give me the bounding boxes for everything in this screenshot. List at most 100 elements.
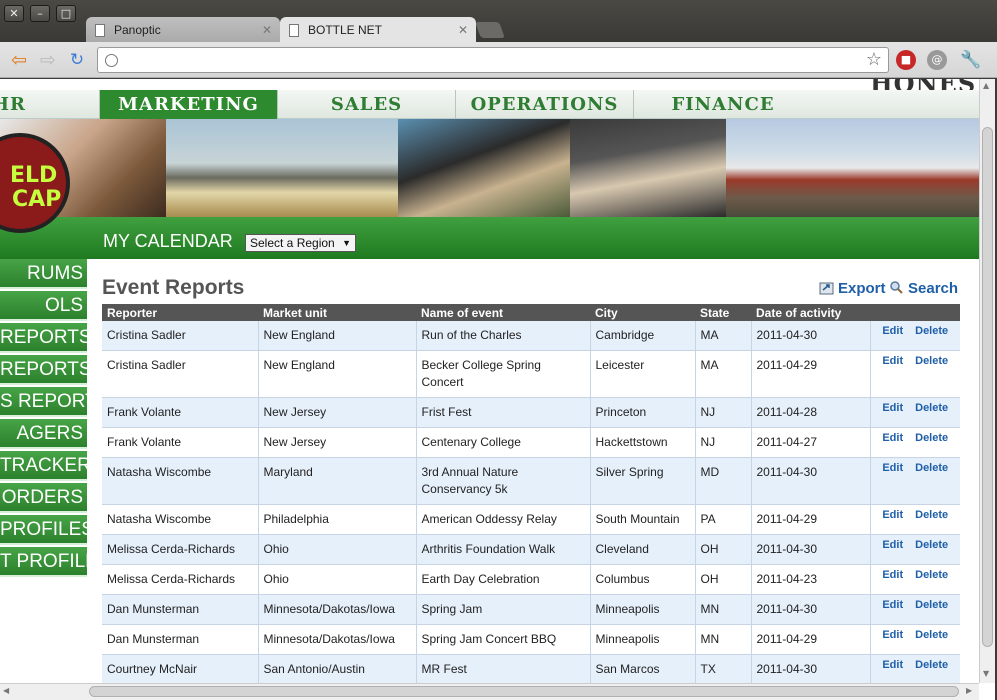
window-minimize-icon[interactable]: – <box>30 5 50 22</box>
cell-city: Hackettstown <box>590 427 696 458</box>
delete-link[interactable]: Delete <box>915 432 948 444</box>
delete-link[interactable]: Delete <box>915 659 948 671</box>
scroll-left-icon[interactable]: ◀ <box>3 686 9 695</box>
cell-state: NJ <box>695 427 752 458</box>
column-header-event-name[interactable]: Name of event <box>416 304 590 321</box>
delete-link[interactable]: Delete <box>915 569 948 581</box>
at-extension-icon[interactable]: @ <box>927 50 947 70</box>
vertical-scroll-thumb[interactable] <box>982 127 993 647</box>
section-title: MY CALENDAR <box>103 231 233 251</box>
edit-link[interactable]: Edit <box>882 569 903 581</box>
delete-link[interactable]: Delete <box>915 355 948 367</box>
cell-reporter: Melissa Cerda-Richards <box>102 534 259 565</box>
cell-date: 2011-04-30 <box>751 594 871 625</box>
address-bar[interactable]: ☆ <box>97 47 889 73</box>
tab-bottle-net[interactable]: BOTTLE NET ✕ <box>280 17 476 43</box>
cell-state: PA <box>695 504 752 535</box>
page-icon <box>289 24 299 37</box>
edit-link[interactable]: Edit <box>882 355 903 367</box>
column-header-date[interactable]: Date of activity <box>751 304 870 321</box>
export-button[interactable]: Export <box>819 280 886 297</box>
left-menu-item[interactable]: RUMS <box>0 259 87 289</box>
nav-marketing[interactable]: MARKETING <box>100 90 278 119</box>
left-menu-item[interactable]: AGERS <box>0 419 87 449</box>
search-label: Search <box>908 280 959 297</box>
left-menu-item[interactable]: T PROFILE <box>0 547 87 577</box>
region-select[interactable]: Select a Region ▼ <box>245 234 356 252</box>
column-header-reporter[interactable]: Reporter <box>102 304 258 321</box>
cell-date: 2011-04-29 <box>751 624 871 655</box>
left-menu-item[interactable]: PROFILES <box>0 515 87 545</box>
scroll-down-icon[interactable]: ▼ <box>983 669 989 678</box>
cell-date: 2011-04-29 <box>751 350 871 398</box>
edit-link[interactable]: Edit <box>882 462 903 474</box>
edit-link[interactable]: Edit <box>882 539 903 551</box>
forward-arrow-icon[interactable]: ⇨ <box>37 49 59 71</box>
cell-actions: Edit Delete <box>870 350 960 398</box>
cell-state: MA <box>695 321 752 351</box>
bookmark-star-icon[interactable]: ☆ <box>866 48 882 72</box>
cell-reporter: Dan Munsterman <box>102 624 259 655</box>
column-header-actions <box>870 304 960 321</box>
cell-city: Cambridge <box>590 321 696 351</box>
delete-link[interactable]: Delete <box>915 539 948 551</box>
edit-link[interactable]: Edit <box>882 402 903 414</box>
tab-panoptic[interactable]: Panoptic ✕ <box>86 17 280 43</box>
left-menu-item[interactable]: REPORTS <box>0 355 87 385</box>
cell-reporter: Cristina Sadler <box>102 350 259 398</box>
column-header-city[interactable]: City <box>590 304 695 321</box>
horizontal-scroll-thumb[interactable] <box>89 686 959 697</box>
tab-close-icon[interactable]: ✕ <box>262 17 272 43</box>
nav-finance[interactable]: FINANCE <box>634 90 812 119</box>
left-menu-item[interactable]: S REPORTS <box>0 387 87 417</box>
edit-link[interactable]: Edit <box>882 432 903 444</box>
scroll-up-icon[interactable]: ▲ <box>983 81 989 90</box>
delete-link[interactable]: Delete <box>915 599 948 611</box>
left-menu-item[interactable]: REPORTS <box>0 323 87 353</box>
search-button[interactable]: Search <box>889 280 958 297</box>
nav-hr[interactable]: HR <box>0 90 100 119</box>
magnifier-icon <box>890 281 903 294</box>
reload-icon[interactable]: ↻ <box>66 49 88 71</box>
window-close-icon[interactable]: ✕ <box>4 5 24 22</box>
export-icon <box>819 282 834 295</box>
banner-photo <box>166 119 398 217</box>
left-menu-item[interactable]: TRACKER <box>0 451 87 481</box>
table-row: Dan Munsterman Minnesota/Dakotas/Iowa Spri… <box>102 594 960 625</box>
column-header-market-unit[interactable]: Market unit <box>258 304 416 321</box>
stop-extension-icon[interactable]: ■ <box>896 50 916 70</box>
cell-state: MD <box>695 457 752 505</box>
edit-link[interactable]: Edit <box>882 659 903 671</box>
browser-toolbar: ⇦ ⇨ ↻ ☆ ■ @ 🔧 <box>0 42 997 78</box>
table-row: Cristina Sadler New England Becker College… <box>102 350 960 398</box>
cell-event-name: Spring Jam <box>416 594 591 625</box>
edit-link[interactable]: Edit <box>882 599 903 611</box>
delete-link[interactable]: Delete <box>915 402 948 414</box>
new-tab-button[interactable] <box>475 22 505 38</box>
wrench-icon[interactable]: 🔧 <box>960 50 981 70</box>
nav-sales[interactable]: SALES <box>278 90 456 119</box>
edit-link[interactable]: Edit <box>882 629 903 641</box>
cell-state: OH <box>695 564 752 595</box>
left-menu-item[interactable]: OLS <box>0 291 87 321</box>
delete-link[interactable]: Delete <box>915 509 948 521</box>
globe-icon <box>105 54 118 67</box>
horizontal-scrollbar[interactable]: ◀ ▶ <box>0 683 979 700</box>
table-row: Melissa Cerda-Richards Ohio Arthritis Foun… <box>102 534 960 565</box>
scroll-right-icon[interactable]: ▶ <box>966 686 972 695</box>
cell-city: Minneapolis <box>590 624 696 655</box>
delete-link[interactable]: Delete <box>915 462 948 474</box>
nav-operations[interactable]: OPERATIONS <box>456 90 634 119</box>
edit-link[interactable]: Edit <box>882 325 903 337</box>
back-arrow-icon[interactable]: ⇦ <box>8 49 30 71</box>
table-row: Courtney McNair San Antonio/Austin MR Fest… <box>102 654 960 685</box>
delete-link[interactable]: Delete <box>915 325 948 337</box>
delete-link[interactable]: Delete <box>915 629 948 641</box>
vertical-scrollbar[interactable]: ▲ ▼ <box>979 79 995 683</box>
edit-link[interactable]: Edit <box>882 509 903 521</box>
window-maximize-icon[interactable]: □ <box>56 5 76 22</box>
column-header-state[interactable]: State <box>695 304 751 321</box>
tab-close-icon[interactable]: ✕ <box>458 17 468 43</box>
left-menu-item[interactable]: ORDERS <box>0 483 87 513</box>
url-input[interactable] <box>124 51 854 69</box>
